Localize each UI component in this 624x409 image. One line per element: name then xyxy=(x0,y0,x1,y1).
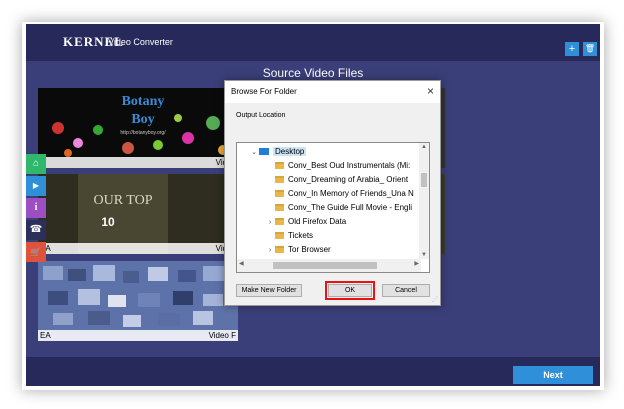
tree-item-folder[interactable]: Conv_Best Oud Instrumentals (Mi: xyxy=(265,159,429,173)
output-location-label: Output Location xyxy=(236,112,286,119)
folder-icon xyxy=(275,176,284,183)
dialog-title: Browse For Folder xyxy=(231,87,297,96)
tree-item-label: Tor Browser xyxy=(288,245,331,254)
tree-item-folder[interactable]: › Tor Browser xyxy=(265,243,429,258)
folder-icon xyxy=(275,218,284,225)
art-text-line1: Botany xyxy=(122,94,165,109)
thumbnail-caption-2: EA Video xyxy=(38,243,238,254)
caption-left: EA xyxy=(40,331,51,340)
art-text-line2: 10 xyxy=(101,215,115,229)
next-button[interactable]: Next xyxy=(513,366,593,384)
desktop-icon xyxy=(259,148,269,155)
chevron-right-icon[interactable]: › xyxy=(265,216,275,230)
folder-tree[interactable]: ⌄ Desktop Conv_Best Oud Instrumentals (Mi… xyxy=(236,142,430,273)
vertical-scrollbar[interactable]: ▲ ▼ xyxy=(419,143,429,259)
tree-item-desktop[interactable]: ⌄ Desktop xyxy=(249,145,429,159)
art-text-url: http://botanyboy.org/ xyxy=(120,130,166,136)
folder-icon xyxy=(275,162,284,169)
tree-item-folder[interactable]: Tickets xyxy=(265,229,429,243)
tree-item-label: Tickets xyxy=(288,231,314,240)
scrollbar-thumb[interactable] xyxy=(421,173,427,187)
screenshot-frame: KERNEL Video Converter + 🗑 Source Video … xyxy=(0,0,624,409)
sidebar-home-button[interactable]: ⌂ xyxy=(26,154,46,174)
phone-icon: ☎ xyxy=(29,224,43,235)
tree-item-folder[interactable]: Conv_Dreaming of Arabia_ Orient xyxy=(265,173,429,187)
section-title: Source Video Files xyxy=(262,66,364,80)
scroll-right-icon[interactable]: ▶ xyxy=(414,260,419,267)
video-thumbnail-1[interactable]: Botany Boy http://botanyboy.org/ Video xyxy=(38,88,238,168)
caption-right: Video F xyxy=(208,331,236,340)
title-bar: KERNEL Video Converter + 🗑 xyxy=(26,24,600,61)
chevron-down-icon[interactable]: ⌄ xyxy=(249,146,259,160)
tree-item-label: Conv_The Guide Full Movie - Engli xyxy=(288,203,413,212)
sidebar-video-button[interactable]: ▶ xyxy=(26,176,46,196)
thumbnail-caption-3: EA Video F xyxy=(38,330,238,341)
delete-file-button[interactable]: 🗑 xyxy=(583,42,597,56)
cart-icon: 🛒 xyxy=(30,247,42,257)
tree-item-folder[interactable]: › Old Firefox Data xyxy=(265,215,429,230)
chevron-right-icon[interactable]: › xyxy=(265,244,275,258)
ok-button[interactable]: OK xyxy=(328,284,372,297)
tree-item-label: Conv_Dreaming of Arabia_ Orient xyxy=(288,175,409,184)
tree-item-folder[interactable]: Conv_The Guide Full Movie - Engli xyxy=(265,201,429,215)
video-icon: ▶ xyxy=(32,181,40,190)
sidebar-info-button[interactable]: i xyxy=(26,198,46,218)
dialog-title-bar: Browse For Folder × xyxy=(225,81,440,103)
tree-item-label: Old Firefox Data xyxy=(288,217,347,226)
product-name: Video Converter xyxy=(108,37,173,47)
browse-folder-dialog: Browse For Folder × Output Location ⌄ Des… xyxy=(224,80,441,306)
folder-icon xyxy=(275,246,284,253)
horizontal-scrollbar[interactable]: ◀ ▶ xyxy=(237,259,421,272)
thumbnail-caption-1: Video xyxy=(38,157,238,168)
tree-item-label: Conv_In Memory of Friends_Una N xyxy=(288,189,414,198)
folder-icon xyxy=(275,204,284,211)
sidebar-phone-button[interactable]: ☎ xyxy=(26,220,46,240)
tree-item-folder[interactable]: Conv_In Memory of Friends_Una N xyxy=(265,187,429,201)
tree-item-label: Desktop xyxy=(273,147,307,156)
home-icon: ⌂ xyxy=(32,158,40,169)
folder-icon xyxy=(275,232,284,239)
close-icon[interactable]: × xyxy=(427,84,434,98)
tree-item-label: Conv_Best Oud Instrumentals (Mi: xyxy=(288,161,411,170)
add-file-button[interactable]: + xyxy=(565,42,579,56)
video-thumbnail-3[interactable]: EA Video F xyxy=(38,261,238,341)
info-icon: i xyxy=(34,202,38,213)
video-thumbnail-2[interactable]: OUR TOP 10 EA Video xyxy=(38,174,238,254)
thumbnail-art-1: Botany Boy http://botanyboy.org/ xyxy=(38,88,238,168)
scroll-up-icon[interactable]: ▲ xyxy=(419,144,429,150)
thumbnail-art-2: OUR TOP 10 xyxy=(38,174,238,254)
scroll-left-icon[interactable]: ◀ xyxy=(239,260,244,267)
art-text-line2: Boy xyxy=(131,112,154,127)
make-new-folder-button[interactable]: Make New Folder xyxy=(236,284,302,297)
scrollbar-thumb[interactable] xyxy=(273,262,377,269)
scroll-down-icon[interactable]: ▼ xyxy=(419,252,429,258)
art-text-line1: OUR TOP xyxy=(93,193,152,208)
thumbnail-art-3 xyxy=(38,261,238,341)
sidebar-cart-button[interactable]: 🛒 xyxy=(26,242,46,262)
resize-grip-icon[interactable]: ⋰ xyxy=(432,296,438,303)
folder-icon xyxy=(275,190,284,197)
cancel-button[interactable]: Cancel xyxy=(382,284,430,297)
